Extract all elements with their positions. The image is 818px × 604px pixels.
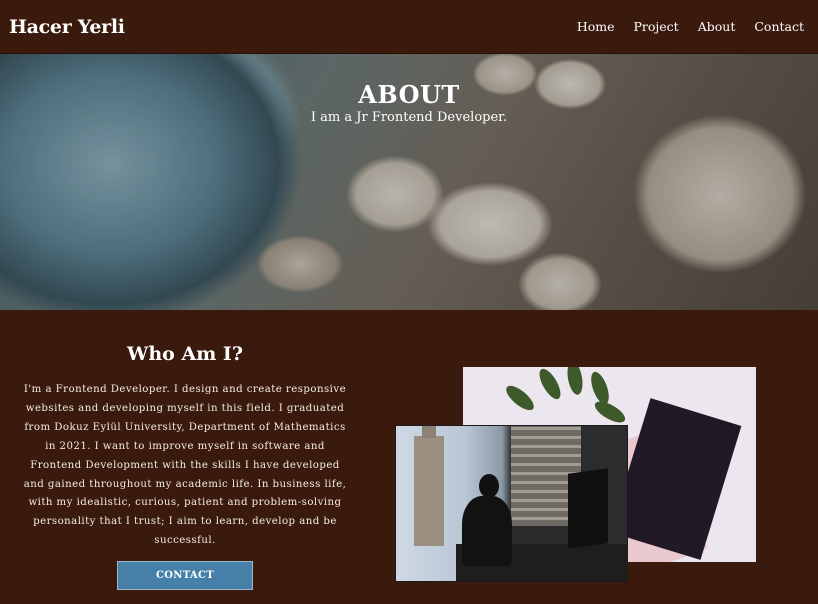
nav-link-about[interactable]: About xyxy=(698,19,736,34)
navbar: Hacer Yerli Home Project About Contact xyxy=(0,0,818,54)
contact-button[interactable]: CONTACT xyxy=(117,561,253,590)
leaf-icon xyxy=(535,367,565,403)
tower-shape xyxy=(414,426,444,546)
dark-card-shape xyxy=(609,398,742,560)
leaf-icon xyxy=(565,367,585,396)
brand-logo[interactable]: Hacer Yerli xyxy=(9,16,125,38)
nav-link-home[interactable]: Home xyxy=(577,19,615,34)
leaf-icon xyxy=(502,381,538,415)
about-heading: Who Am I? xyxy=(127,343,243,365)
office-photo xyxy=(395,425,628,582)
leaf-icon xyxy=(591,397,629,427)
hero-subtitle: I am a Jr Frontend Developer. xyxy=(310,110,508,125)
hero-title: ABOUT xyxy=(358,80,460,109)
person-head xyxy=(479,474,499,498)
person-silhouette xyxy=(462,496,512,566)
hero-banner: ABOUT I am a Jr Frontend Developer. xyxy=(0,54,818,310)
about-bio: I'm a Frontend Developer. I design and c… xyxy=(23,384,347,547)
nav-link-contact[interactable]: Contact xyxy=(754,19,804,34)
nav-links: Home Project About Contact xyxy=(577,19,804,34)
monitor-shape xyxy=(568,468,608,549)
nav-link-project[interactable]: Project xyxy=(634,19,679,34)
